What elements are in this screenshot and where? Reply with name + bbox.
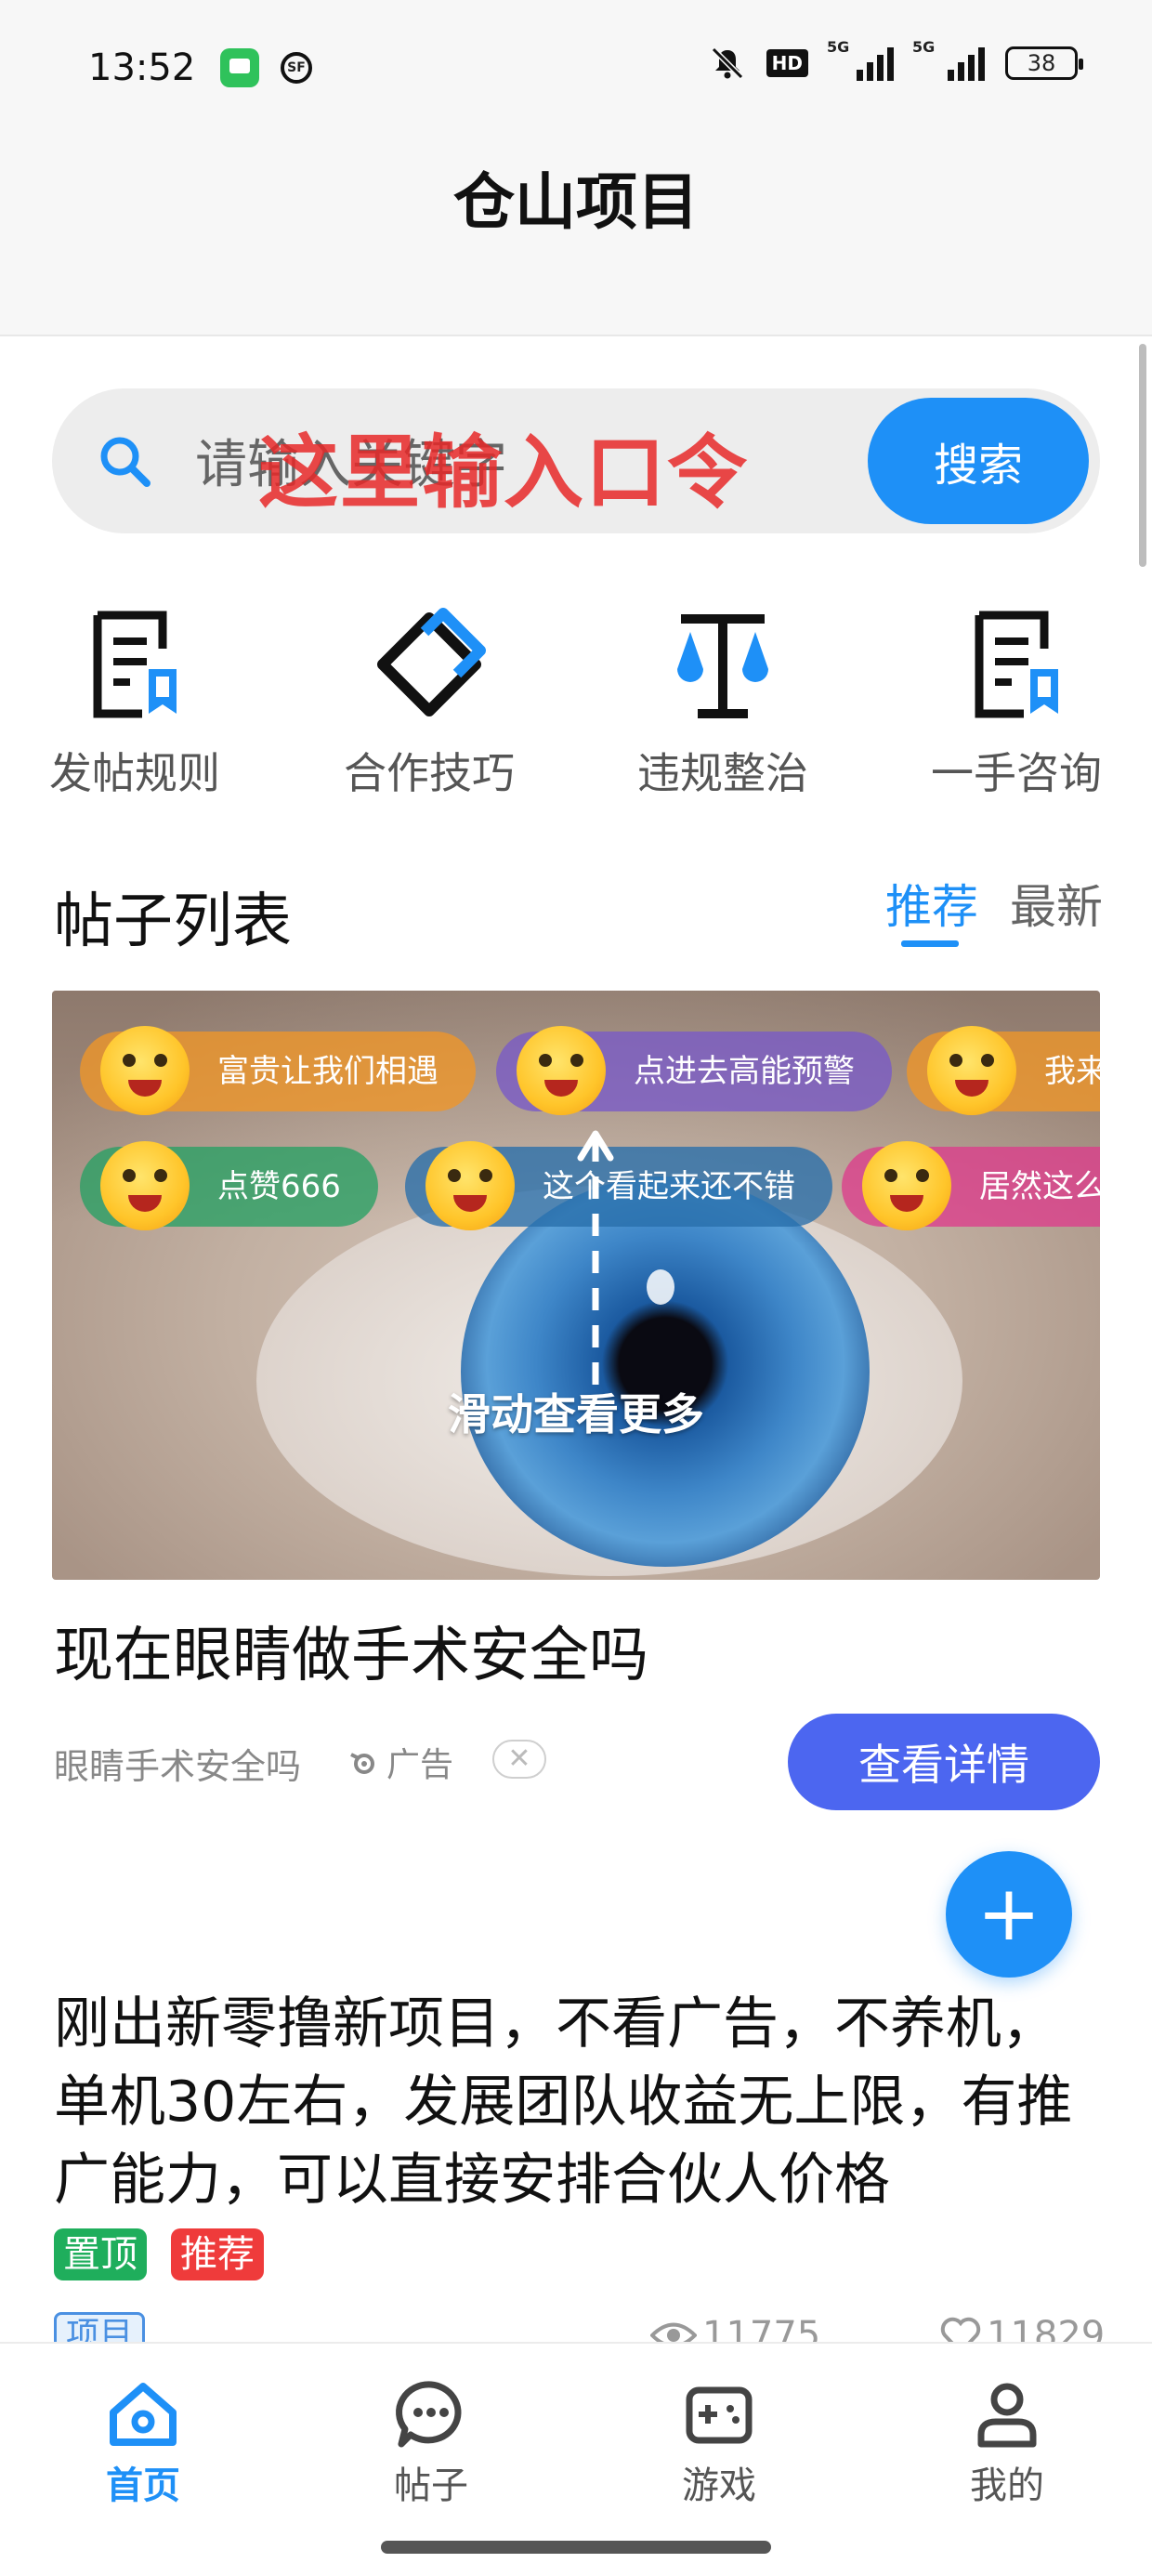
- scales-icon: [677, 614, 768, 718]
- search-icon: [100, 437, 151, 487]
- tab-active-indicator: [901, 940, 959, 947]
- category-label: 发帖规则: [49, 748, 220, 798]
- category-label: 一手咨询: [931, 748, 1102, 798]
- danmaku-bubble: 这个看起来还不错: [405, 1141, 832, 1230]
- emoji-icon: [927, 1026, 1016, 1115]
- status-bar: 13:52 SF HD 5G 5G 38: [0, 0, 1152, 139]
- ad-subtitle: 眼睛手术安全吗: [54, 1746, 302, 1787]
- emoji-icon: [517, 1026, 606, 1115]
- swipe-up-arrow-icon: [577, 1130, 614, 1400]
- page-title: 仓山项目: [453, 166, 699, 238]
- emoji-icon: [100, 1026, 190, 1115]
- signal-5g-icon: 5G: [827, 38, 894, 81]
- status-time: 13:52: [88, 46, 196, 89]
- ad-icon: [350, 1753, 374, 1774]
- tab-latest[interactable]: 最新: [1010, 870, 1103, 937]
- emoji-icon: [100, 1141, 190, 1230]
- diamond-link-icon: [377, 608, 486, 716]
- swipe-hint: 滑动查看更多: [448, 1389, 704, 1439]
- emoji-icon: [862, 1141, 951, 1230]
- nav-posts[interactable]: 帖子: [338, 2377, 524, 2509]
- danmaku-bubble: 我来证: [907, 1026, 1100, 1115]
- search-button[interactable]: 搜索: [868, 398, 1089, 524]
- ad-title[interactable]: 现在眼睛做手术安全吗: [54, 1608, 648, 1693]
- category-violations[interactable]: 违规整治: [611, 604, 834, 801]
- sf-app-icon: SF: [281, 52, 312, 84]
- chat-icon: [396, 2381, 462, 2448]
- scrollbar-thumb[interactable]: [1139, 344, 1146, 567]
- nav-home[interactable]: 首页: [50, 2377, 236, 2509]
- doc-bookmark-icon: [93, 611, 177, 718]
- section-title: 帖子列表: [54, 887, 292, 956]
- category-label: 违规整治: [637, 748, 808, 798]
- emoji-icon: [425, 1141, 515, 1230]
- status-icons: HD 5G 5G 38: [709, 38, 1083, 82]
- signal-5g-icon-2: 5G: [912, 38, 985, 81]
- category-cooperation[interactable]: 合作技巧: [318, 604, 541, 801]
- danmaku-bubble: 居然这么多: [842, 1141, 1100, 1230]
- battery-icon: 38: [1005, 46, 1083, 80]
- ad-close-button[interactable]: ✕: [492, 1740, 546, 1779]
- nav-profile[interactable]: 我的: [914, 2377, 1100, 2509]
- danmaku-bubble: 点赞666: [80, 1141, 378, 1230]
- category-consulting[interactable]: 一手咨询: [905, 604, 1128, 801]
- user-icon: [977, 2383, 1037, 2448]
- home-indicator[interactable]: [381, 2541, 771, 2554]
- tab-recommended[interactable]: 推荐: [885, 870, 978, 937]
- search-hint-overlay: 这里输入口令: [258, 427, 749, 519]
- danmaku-bubble: 点进去高能预警: [496, 1026, 892, 1115]
- category-label: 合作技巧: [344, 748, 515, 798]
- eye-iris: [461, 1176, 870, 1567]
- category-row: 发帖规则 合作技巧 违规整治 一手咨询: [0, 604, 1152, 808]
- doc-bookmark-icon: [975, 611, 1058, 718]
- gamepad-icon: [686, 2386, 753, 2444]
- bell-off-icon: [711, 46, 743, 80]
- view-details-button[interactable]: 查看详情: [788, 1714, 1100, 1810]
- pinned-badge: 置顶: [54, 2228, 147, 2280]
- eye-glint: [647, 1269, 674, 1305]
- hd-badge: HD: [766, 49, 808, 77]
- create-post-button[interactable]: +: [946, 1851, 1072, 1978]
- ad-image[interactable]: 富贵让我们相遇 点进去高能预警 我来证 点赞666 这个看起来还不错 居然这么多…: [52, 991, 1100, 1580]
- ad-label: 广告: [346, 1738, 453, 1786]
- post-title[interactable]: 刚出新零撸新项目，不看广告，不养机，单机30左右，发展团队收益无上限，有推广能力…: [54, 1985, 1104, 2219]
- home-icon: [110, 2383, 177, 2446]
- nav-games[interactable]: 游戏: [626, 2377, 812, 2509]
- recommended-badge: 推荐: [171, 2228, 264, 2280]
- danmaku-bubble: 富贵让我们相遇: [80, 1026, 476, 1115]
- message-app-icon: [220, 48, 259, 87]
- app-header: 仓山项目: [0, 139, 1152, 336]
- category-rules[interactable]: 发帖规则: [23, 604, 246, 801]
